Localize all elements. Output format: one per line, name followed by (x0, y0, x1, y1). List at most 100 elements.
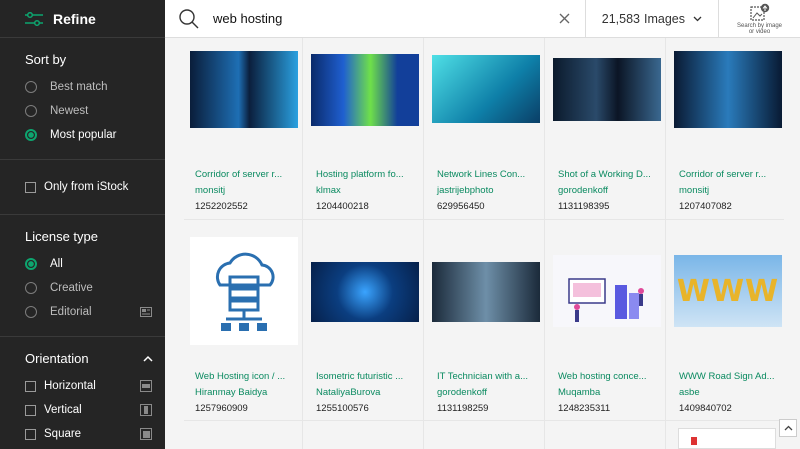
grid-column-divider (665, 38, 666, 449)
refine-label: Refine (53, 10, 96, 27)
search-input[interactable]: web hosting (213, 11, 545, 26)
orientation-section: Orientation Horizontal Vertical Square (0, 337, 165, 449)
radio-icon[interactable] (25, 306, 37, 318)
result-title[interactable]: Corridor of server r... (195, 167, 282, 183)
result-thumbnail[interactable] (432, 262, 540, 322)
chevron-up-icon (784, 425, 792, 431)
result-thumbnail[interactable] (553, 58, 661, 121)
result-id: 629956450 (437, 201, 485, 212)
result-author[interactable]: gorodenkoff (437, 385, 528, 401)
sort-newest[interactable]: Newest (25, 99, 165, 123)
result-caption: IT Technician with a... gorodenkoff 1131… (437, 369, 528, 417)
sort-option-label: Best match (50, 81, 108, 93)
result-title[interactable]: Network Lines Con... (437, 167, 525, 183)
orientation-square[interactable]: Square (25, 422, 165, 446)
result-id: 1409840702 (679, 403, 732, 414)
result-id: 1252202552 (195, 201, 248, 212)
orientation-vertical[interactable]: Vertical (25, 398, 165, 422)
checkbox-icon[interactable] (25, 404, 36, 416)
result-caption: Network Lines Con... jastrijebphoto 6299… (437, 167, 525, 215)
license-all[interactable]: All (25, 252, 165, 276)
license-option-label: Editorial (50, 306, 92, 318)
grid-column-divider (544, 38, 545, 449)
result-id: 1207407082 (679, 201, 732, 212)
search-by-image-button[interactable]: Search by image or video (718, 0, 800, 38)
result-title[interactable]: Web Hosting icon / ... (195, 369, 285, 385)
orientation-option-label: Square (44, 428, 82, 440)
grid-column-divider (423, 38, 424, 449)
istock-checkbox-row[interactable]: Only from iStock (25, 176, 165, 198)
sort-section: Sort by Best match Newest Most popular (0, 38, 165, 160)
chevron-down-icon (693, 16, 702, 21)
result-thumbnail[interactable] (553, 255, 661, 327)
result-title[interactable]: Web hosting conce... (558, 369, 647, 385)
radio-icon[interactable] (25, 81, 37, 93)
chevron-up-icon[interactable] (143, 355, 153, 362)
license-option-label: All (50, 258, 63, 270)
radio-icon[interactable] (25, 105, 37, 117)
scroll-to-top-button[interactable] (779, 419, 797, 437)
result-title[interactable]: IT Technician with a... (437, 369, 528, 385)
result-author[interactable]: Muqamba (558, 385, 647, 401)
result-thumbnail[interactable] (432, 55, 540, 123)
result-thumbnail[interactable] (190, 237, 298, 345)
license-creative[interactable]: Creative (25, 276, 165, 300)
result-caption: Shot of a Working D... gorodenkoff 11311… (558, 167, 651, 215)
result-thumbnail[interactable] (311, 262, 419, 322)
result-thumbnail[interactable] (674, 51, 782, 128)
scrollbar[interactable] (784, 38, 800, 449)
result-thumbnail[interactable] (678, 428, 776, 449)
result-caption: WWW Road Sign Ad... asbe 1409840702 (679, 369, 775, 417)
checkbox-icon[interactable] (25, 428, 36, 440)
grid-row-divider (184, 219, 784, 220)
cloud-server-icon (215, 252, 275, 331)
license-editorial[interactable]: Editorial (25, 300, 165, 324)
result-id: 1131198259 (437, 403, 489, 414)
search-bar: web hosting 21,583 Images Search by imag… (165, 0, 800, 38)
vertical-icon (140, 404, 152, 416)
orientation-horizontal[interactable]: Horizontal (25, 374, 165, 398)
result-title[interactable]: WWW Road Sign Ad... (679, 369, 775, 385)
license-option-label: Creative (50, 282, 93, 294)
result-title[interactable]: Shot of a Working D... (558, 167, 651, 183)
radio-selected-icon[interactable] (25, 129, 37, 141)
result-title[interactable]: Hosting platform fo... (316, 167, 404, 183)
radio-selected-icon[interactable] (25, 258, 37, 270)
result-author[interactable]: monsitj (195, 183, 282, 199)
result-author[interactable]: asbe (679, 385, 775, 401)
result-count: 21,583 (601, 11, 640, 26)
horizontal-icon (140, 380, 152, 392)
result-id: 1255100576 (316, 403, 369, 414)
radio-icon[interactable] (25, 282, 37, 294)
sort-best-match[interactable]: Best match (25, 75, 165, 99)
result-author[interactable]: gorodenkoff (558, 183, 651, 199)
result-title[interactable]: Isometric futuristic ... (316, 369, 403, 385)
square-icon (140, 428, 152, 440)
checkbox-icon[interactable] (25, 380, 36, 392)
orientation-title[interactable]: Orientation (25, 351, 165, 366)
orientation-option-label: Vertical (44, 404, 82, 416)
istock-section: Only from iStock (0, 160, 165, 215)
result-thumbnail[interactable] (311, 54, 419, 126)
license-title: License type (25, 229, 98, 244)
result-thumbnail[interactable]: WWW (674, 255, 782, 327)
result-caption: Web Hosting icon / ... Hiranmay Baidya 1… (195, 369, 285, 417)
result-author[interactable]: Hiranmay Baidya (195, 385, 285, 401)
result-thumbnail[interactable] (190, 51, 298, 128)
result-author[interactable]: monsitj (679, 183, 766, 199)
clear-search-button[interactable] (545, 0, 585, 38)
image-search-label-2: or video (748, 28, 771, 35)
refine-header[interactable]: Refine (0, 0, 165, 38)
search-icon[interactable] (179, 8, 199, 29)
sort-most-popular[interactable]: Most popular (25, 123, 165, 147)
result-author[interactable]: klmax (316, 183, 404, 199)
result-author[interactable]: jastrijebphoto (437, 183, 525, 199)
result-id: 1248235311 (558, 403, 611, 414)
result-title[interactable]: Corridor of server r... (679, 167, 766, 183)
close-icon (559, 13, 570, 24)
checkbox-icon[interactable] (25, 181, 36, 193)
media-type-dropdown[interactable]: 21,583 Images (584, 0, 718, 38)
result-caption: Isometric futuristic ... NataliyaBurova … (316, 369, 403, 417)
result-id: 1204400218 (316, 201, 369, 212)
result-author[interactable]: NataliyaBurova (316, 385, 403, 401)
